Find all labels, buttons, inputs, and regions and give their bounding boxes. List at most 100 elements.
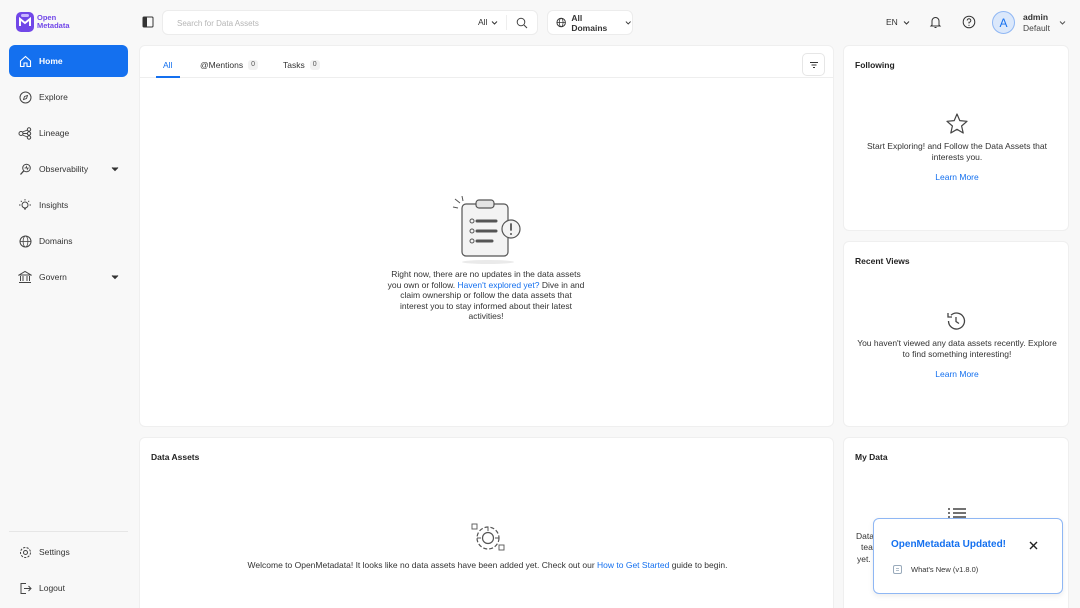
- get-started-link[interactable]: How to Get Started: [597, 560, 669, 570]
- my-data-empty-line: yet.: [857, 554, 871, 564]
- search-input[interactable]: [177, 16, 447, 30]
- sidebar-item-settings[interactable]: Settings: [9, 536, 128, 568]
- activity-feed-card: All @Mentions 0 Tasks 0 Right now, there…: [139, 45, 834, 427]
- globe-icon: [556, 17, 566, 28]
- notification-bell-icon[interactable]: [929, 15, 942, 29]
- home-icon: [18, 54, 32, 68]
- toast-title: OpenMetadata Updated!: [891, 539, 1007, 550]
- sidebar-item-govern[interactable]: Govern: [9, 261, 128, 293]
- tab-label: @Mentions: [200, 60, 244, 70]
- user-name[interactable]: admin: [1023, 12, 1048, 22]
- sidebar-item-label: Home: [39, 56, 63, 66]
- whats-new-link[interactable]: What's New (v1.8.0): [893, 565, 978, 574]
- logout-icon: [18, 581, 32, 595]
- user-role: Default: [1023, 23, 1050, 33]
- tab-tasks[interactable]: Tasks 0: [283, 59, 320, 71]
- sidebar-item-label: Insights: [39, 200, 69, 210]
- bank-icon: [18, 270, 32, 284]
- sidebar-item-logout[interactable]: Logout: [9, 572, 128, 604]
- sidebar-item-home[interactable]: Home: [9, 45, 128, 77]
- compass-icon: [18, 90, 32, 104]
- active-tab-indicator: [156, 76, 180, 78]
- document-icon: [893, 565, 902, 574]
- card-title: Following: [855, 60, 895, 70]
- my-data-empty-line: Data: [856, 531, 874, 541]
- card-title: My Data: [855, 452, 888, 462]
- global-search: All: [162, 10, 538, 35]
- tab-count-badge: 0: [309, 60, 320, 70]
- help-icon[interactable]: [962, 15, 976, 29]
- history-icon: [947, 312, 966, 330]
- star-icon: [946, 113, 968, 134]
- sidebar-item-insights[interactable]: Insights: [9, 189, 128, 221]
- language-label: EN: [886, 17, 898, 27]
- domains-label: All Domains: [571, 12, 608, 33]
- card-title: Recent Views: [855, 256, 910, 266]
- chevron-down-icon[interactable]: [1058, 18, 1067, 27]
- chevron-down-icon: [111, 167, 119, 172]
- chevron-down-icon: [625, 21, 631, 25]
- sidebar-item-label: Lineage: [39, 128, 70, 138]
- whats-new-label: What's New (v1.8.0): [911, 565, 979, 574]
- search-scope-label: All: [478, 17, 488, 27]
- recent-views-card: Recent Views You haven't viewed any data…: [843, 241, 1069, 427]
- logo-text: Open Metadata: [37, 13, 70, 31]
- recent-views-empty-message: You haven't viewed any data assets recen…: [857, 338, 1057, 359]
- tab-label: Tasks: [283, 60, 305, 70]
- gear-icon: [18, 545, 32, 559]
- data-assets-card: Data Assets Welcome to OpenMetadata! It …: [139, 437, 834, 608]
- clipboard-alert-illustration-icon: [452, 196, 521, 264]
- sidebar-item-lineage[interactable]: Lineage: [9, 117, 128, 149]
- sidebar-item-label: Observability: [39, 164, 89, 174]
- following-empty-message: Start Exploring! and Follow the Data Ass…: [866, 141, 1047, 162]
- sidebar-item-label: Domains: [39, 236, 73, 246]
- sidebar-item-label: Settings: [39, 547, 70, 557]
- chevron-down-icon: [903, 20, 910, 25]
- sidebar-item-label: Explore: [39, 92, 68, 102]
- learn-more-link[interactable]: Learn More: [844, 369, 1068, 379]
- chevron-down-icon: [111, 275, 119, 280]
- data-assets-illustration-icon: [471, 523, 505, 551]
- globe-icon: [18, 234, 32, 248]
- avatar-initial: A: [999, 15, 1008, 30]
- lightbulb-icon: [18, 198, 32, 212]
- sidebar: Open Metadata Home Explore Lineage Obser…: [0, 0, 138, 608]
- update-notification-toast: OpenMetadata Updated! What's New (v1.8.0…: [873, 518, 1063, 594]
- lineage-icon: [18, 126, 32, 140]
- tab-mentions[interactable]: @Mentions 0: [200, 59, 259, 71]
- tab-all[interactable]: All: [163, 59, 172, 71]
- card-title: Data Assets: [151, 452, 200, 462]
- learn-more-link[interactable]: Learn More: [844, 172, 1068, 182]
- feed-tabs: All @Mentions 0 Tasks 0: [140, 46, 833, 78]
- search-icon[interactable]: [516, 17, 528, 29]
- my-data-empty-line: tea: [861, 542, 873, 552]
- sidebar-item-domains[interactable]: Domains: [9, 225, 128, 257]
- data-assets-empty-text: Welcome to OpenMetadata! It looks like n…: [247, 560, 598, 570]
- search-scope-dropdown[interactable]: All: [478, 17, 499, 27]
- openmetadata-logo-icon: [16, 12, 34, 32]
- language-selector[interactable]: EN: [886, 17, 911, 27]
- logo-line-2: Metadata: [37, 21, 70, 30]
- chevron-down-icon: [492, 20, 498, 25]
- data-assets-empty-text-2: guide to begin.: [669, 560, 728, 570]
- sidebar-item-label: Govern: [39, 272, 67, 282]
- data-assets-empty-message: Welcome to OpenMetadata! It looks like n…: [140, 560, 833, 570]
- avatar[interactable]: A: [992, 11, 1015, 34]
- sidebar-item-explore[interactable]: Explore: [9, 81, 128, 113]
- following-card: Following Start Exploring! and Follow th…: [843, 45, 1069, 231]
- observability-icon: [18, 162, 32, 176]
- filter-icon: [809, 61, 818, 68]
- app-logo[interactable]: Open Metadata: [15, 11, 70, 33]
- feed-empty-message: Right now, there are no updates in the d…: [386, 269, 586, 322]
- search-divider: [506, 15, 507, 30]
- domains-dropdown[interactable]: All Domains: [547, 10, 633, 35]
- tab-count-badge: 0: [248, 60, 259, 70]
- sidebar-divider: [9, 531, 128, 532]
- sidebar-item-observability[interactable]: Observability: [9, 153, 128, 185]
- close-icon[interactable]: [1028, 540, 1039, 551]
- tab-label: All: [163, 60, 173, 70]
- sidebar-toggle-icon[interactable]: [142, 15, 154, 29]
- feed-filter-button[interactable]: [802, 53, 825, 76]
- sidebar-item-label: Logout: [39, 583, 65, 593]
- explore-link[interactable]: Haven't explored yet?: [458, 280, 540, 290]
